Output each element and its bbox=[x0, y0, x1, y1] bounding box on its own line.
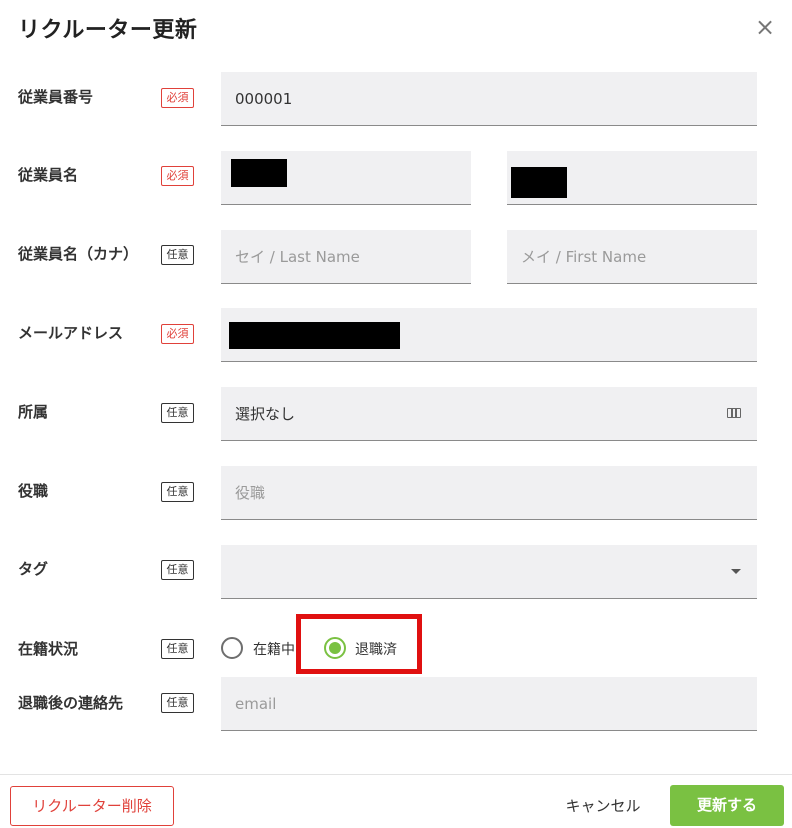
optional-badge: 任意 bbox=[161, 639, 194, 659]
department-value: 選択なし bbox=[235, 405, 296, 423]
contact-after-leaving-label: 退職後の連絡先 bbox=[18, 694, 124, 712]
highlight-box bbox=[296, 614, 422, 674]
contact-email-placeholder: email bbox=[235, 695, 277, 713]
table-columns-icon[interactable] bbox=[727, 408, 741, 418]
optional-badge: 任意 bbox=[161, 560, 194, 580]
delete-recruiter-button[interactable]: リクルーター削除 bbox=[10, 786, 174, 826]
employee-number-field[interactable]: 000001 bbox=[221, 72, 757, 126]
radio-employed[interactable] bbox=[221, 637, 243, 659]
employee-number-value: 000001 bbox=[235, 90, 293, 108]
recruiter-update-dialog: リクルーター更新 × 従業員番号 必須 000001 従業員名 必須 従業員名（… bbox=[0, 0, 792, 828]
redacted-email bbox=[229, 322, 400, 349]
footer-divider bbox=[0, 774, 792, 775]
position-input[interactable]: 役職 bbox=[221, 466, 757, 520]
required-badge: 必須 bbox=[161, 166, 194, 186]
status-label: 在籍状況 bbox=[18, 640, 79, 658]
employee-number-label: 従業員番号 bbox=[18, 88, 94, 106]
cancel-button[interactable]: キャンセル bbox=[553, 786, 653, 826]
optional-badge: 任意 bbox=[161, 245, 194, 265]
first-name-kana-input[interactable]: メイ / First Name bbox=[507, 230, 757, 284]
redacted-last-name bbox=[231, 159, 287, 187]
radio-employed-label[interactable]: 在籍中 bbox=[253, 639, 295, 659]
optional-badge: 任意 bbox=[161, 403, 194, 423]
update-button[interactable]: 更新する bbox=[670, 785, 784, 826]
dialog-title: リクルーター更新 bbox=[18, 18, 198, 43]
chevron-down-icon[interactable] bbox=[731, 569, 741, 574]
email-label: メールアドレス bbox=[18, 324, 124, 342]
optional-badge: 任意 bbox=[161, 693, 194, 713]
close-icon[interactable]: × bbox=[753, 15, 777, 39]
required-badge: 必須 bbox=[161, 88, 194, 108]
first-name-kana-placeholder: メイ / First Name bbox=[521, 248, 647, 266]
redacted-first-name bbox=[511, 167, 567, 198]
department-select[interactable]: 選択なし bbox=[221, 387, 757, 441]
required-badge: 必須 bbox=[161, 324, 194, 344]
last-name-kana-input[interactable]: セイ / Last Name bbox=[221, 230, 471, 284]
department-label: 所属 bbox=[18, 403, 49, 421]
contact-email-input[interactable]: email bbox=[221, 677, 757, 731]
employee-name-label: 従業員名 bbox=[18, 166, 79, 184]
tag-select[interactable] bbox=[221, 545, 757, 599]
position-label: 役職 bbox=[18, 482, 49, 500]
employee-name-kana-label: 従業員名（カナ） bbox=[18, 245, 139, 263]
position-placeholder: 役職 bbox=[235, 484, 266, 502]
last-name-kana-placeholder: セイ / Last Name bbox=[235, 248, 360, 266]
tag-label: タグ bbox=[18, 560, 49, 578]
optional-badge: 任意 bbox=[161, 482, 194, 502]
